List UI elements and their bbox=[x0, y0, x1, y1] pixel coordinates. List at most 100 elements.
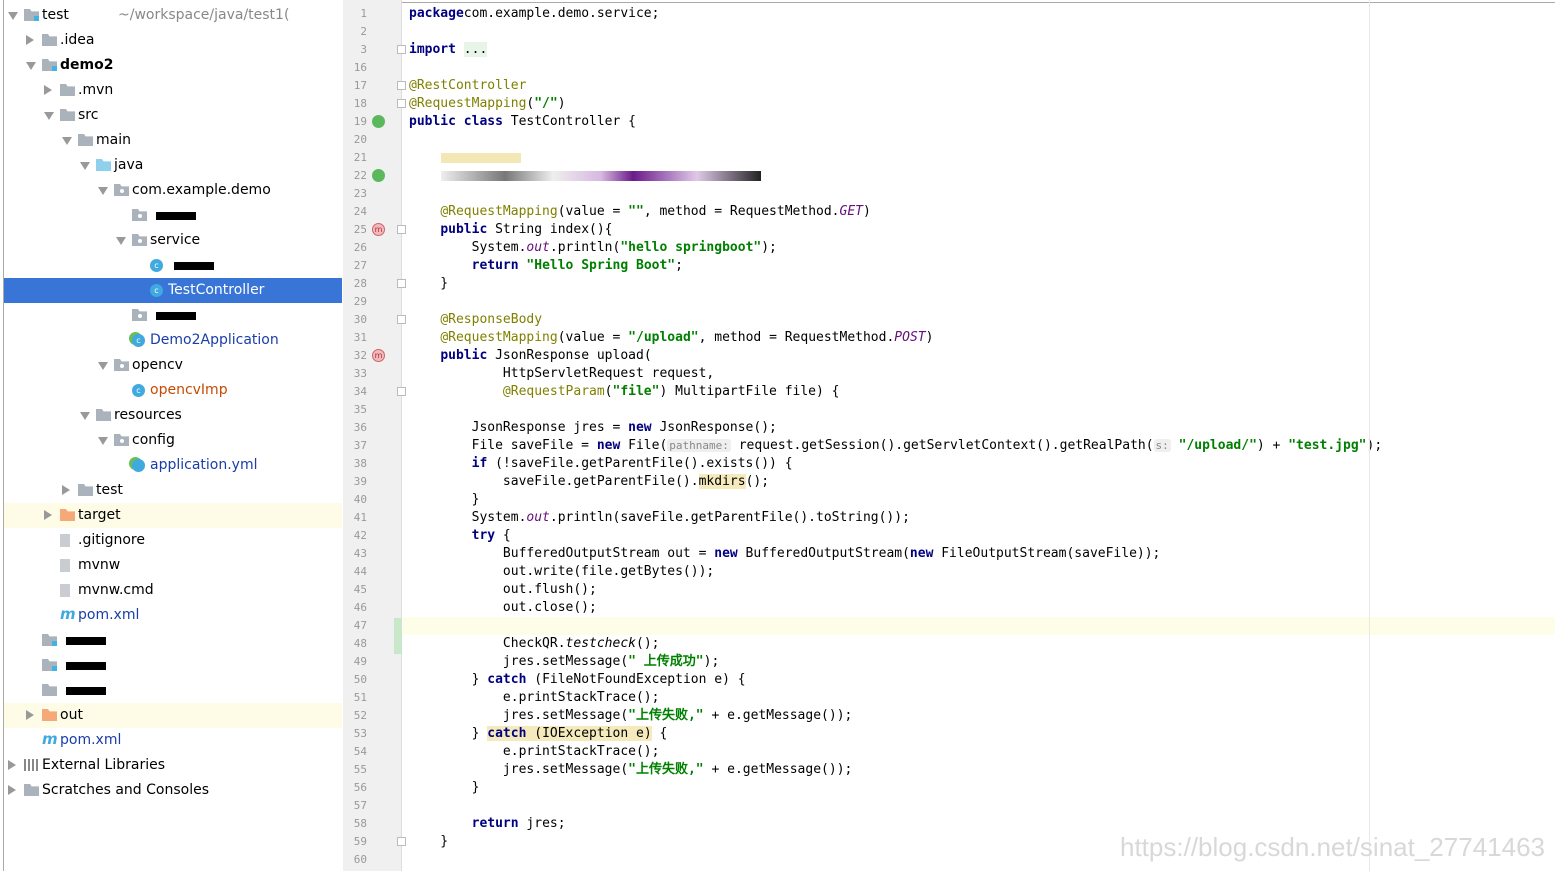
code-line[interactable]: } bbox=[409, 275, 448, 293]
code-line[interactable]: return "Hello Spring Boot"; bbox=[409, 257, 683, 275]
code-line[interactable]: CheckQR.testcheck(); bbox=[409, 635, 660, 653]
chevron-right-icon[interactable] bbox=[44, 85, 52, 95]
code-line[interactable]: packagecom.example.demo.service; bbox=[409, 5, 659, 23]
code-line[interactable]: try { bbox=[409, 527, 511, 545]
code-line[interactable]: } catch (IOException e) { bbox=[409, 725, 667, 743]
code-line[interactable]: System.out.println("hello springboot"); bbox=[409, 239, 777, 257]
tree-item-redacted[interactable] bbox=[4, 203, 342, 228]
tree-item--mvn[interactable]: .mvn bbox=[4, 78, 342, 103]
code-line[interactable]: @RestController bbox=[409, 77, 526, 95]
method-mapping-icon[interactable]: m bbox=[372, 223, 385, 236]
code-line[interactable]: @RequestParam("file") MultipartFile file… bbox=[409, 383, 840, 401]
tree-item-opencv[interactable]: opencv bbox=[4, 353, 342, 378]
code-line[interactable]: out.write(file.getBytes()); bbox=[409, 563, 714, 581]
editor-gutter[interactable]: 1 2 3 16 17 18 19 20 21 22 23 24 25 m 26 27 28 29 30 31 32 m 3… bbox=[343, 0, 406, 871]
code-line[interactable]: System.out.println(saveFile.getParentFil… bbox=[409, 509, 910, 527]
code-line[interactable] bbox=[409, 149, 521, 167]
chevron-down-icon[interactable] bbox=[44, 112, 54, 120]
code-line[interactable]: saveFile.getParentFile().mkdirs(); bbox=[409, 473, 769, 491]
tree-item-application-yml[interactable]: application.yml bbox=[4, 453, 342, 478]
tree-item-resources[interactable]: resources bbox=[4, 403, 342, 428]
code-token: JsonResponse(); bbox=[651, 420, 777, 435]
code-line[interactable]: return jres; bbox=[409, 815, 566, 833]
tree-item-com-example-demo[interactable]: com.example.demo bbox=[4, 178, 342, 203]
code-line[interactable]: JsonResponse jres = new JsonResponse(); bbox=[409, 419, 777, 437]
tree-item-test[interactable]: test bbox=[4, 478, 342, 503]
project-tree[interactable]: test ~/workspace/java/test1(.idea demo2 .mv… bbox=[3, 0, 342, 871]
code-line[interactable]: } catch (FileNotFoundException e) { bbox=[409, 671, 746, 689]
code-line[interactable]: BufferedOutputStream out = new BufferedO… bbox=[409, 545, 1160, 563]
code-line[interactable]: public class TestController { bbox=[409, 113, 636, 131]
chevron-down-icon[interactable] bbox=[98, 362, 108, 370]
tree-item-redacted[interactable] bbox=[4, 303, 342, 328]
code-line[interactable] bbox=[409, 167, 761, 185]
tree-item-config[interactable]: config bbox=[4, 428, 342, 453]
code-line[interactable]: jres.setMessage(" 上传成功"); bbox=[409, 653, 719, 671]
chevron-down-icon[interactable] bbox=[80, 162, 90, 170]
code-token: @RestController bbox=[409, 78, 527, 93]
tree-item-scratches-and-consoles[interactable]: Scratches and Consoles bbox=[4, 778, 342, 803]
code-line[interactable]: if (!saveFile.getParentFile().exists()) … bbox=[409, 455, 793, 473]
code-line[interactable]: } bbox=[409, 779, 480, 797]
chevron-right-icon[interactable] bbox=[8, 760, 16, 770]
spring-bean-icon[interactable] bbox=[372, 115, 385, 128]
tree-item--idea[interactable]: .idea bbox=[4, 28, 342, 53]
chevron-right-icon[interactable] bbox=[8, 785, 16, 795]
tree-item-target[interactable]: target bbox=[4, 503, 342, 528]
chevron-down-icon[interactable] bbox=[26, 62, 36, 70]
code-line[interactable]: out.close(); bbox=[409, 599, 597, 617]
tree-item-redacted[interactable] bbox=[4, 678, 342, 703]
chevron-down-icon[interactable] bbox=[98, 187, 108, 195]
tree-item-external-libraries[interactable]: External Libraries bbox=[4, 753, 342, 778]
tree-item-testcontroller[interactable]: c TestController bbox=[4, 278, 342, 303]
code-editor[interactable]: packagecom.example.demo.service; import .… bbox=[403, 0, 1555, 871]
code-line[interactable]: public String index(){ bbox=[409, 221, 612, 239]
tree-item-mvnw[interactable]: mvnw bbox=[4, 553, 342, 578]
code-line[interactable]: @ResponseBody bbox=[409, 311, 542, 329]
tree-item-pom-xml[interactable]: m pom.xml bbox=[4, 728, 342, 753]
tree-item--gitignore[interactable]: .gitignore bbox=[4, 528, 342, 553]
code-line[interactable]: jres.setMessage("上传失败," + e.getMessage()… bbox=[409, 761, 852, 779]
tree-item-src[interactable]: src bbox=[4, 103, 342, 128]
method-mapping-icon[interactable]: m bbox=[372, 349, 385, 362]
chevron-down-icon[interactable] bbox=[8, 12, 18, 20]
tree-item-test[interactable]: test ~/workspace/java/test1( bbox=[4, 3, 342, 28]
tree-item-mvnw-cmd[interactable]: mvnw.cmd bbox=[4, 578, 342, 603]
chevron-down-icon[interactable] bbox=[98, 437, 108, 445]
tree-item-main[interactable]: main bbox=[4, 128, 342, 153]
code-token: } bbox=[409, 726, 488, 741]
tree-item-demo2application[interactable]: c Demo2Application bbox=[4, 328, 342, 353]
code-token: } bbox=[409, 834, 449, 849]
code-line[interactable]: } bbox=[409, 833, 448, 851]
code-line[interactable]: @RequestMapping(value = "/upload", metho… bbox=[409, 329, 933, 347]
tree-item-redacted[interactable]: c bbox=[4, 253, 342, 278]
tree-item-opencvimp[interactable]: c opencvImp bbox=[4, 378, 342, 403]
chevron-down-icon[interactable] bbox=[116, 237, 126, 245]
code-line[interactable]: @RequestMapping(value = "", method = Req… bbox=[409, 203, 871, 221]
tree-item-pom-xml[interactable]: m pom.xml bbox=[4, 603, 342, 628]
tree-item-redacted[interactable] bbox=[4, 628, 342, 653]
code-line[interactable]: } bbox=[409, 491, 480, 509]
code-line[interactable]: @RequestMapping("/") bbox=[409, 95, 566, 113]
code-line[interactable]: e.printStackTrace(); bbox=[409, 743, 660, 761]
chevron-right-icon[interactable] bbox=[26, 710, 34, 720]
code-line[interactable]: jres.setMessage("上传失败," + e.getMessage()… bbox=[409, 707, 852, 725]
code-line[interactable]: import ... bbox=[409, 41, 488, 59]
tree-item-service[interactable]: service bbox=[4, 228, 342, 253]
tree-item-demo2[interactable]: demo2 bbox=[4, 53, 342, 78]
code-line[interactable]: public JsonResponse upload( bbox=[409, 347, 651, 365]
chevron-right-icon[interactable] bbox=[62, 485, 70, 495]
code-line[interactable]: out.flush(); bbox=[409, 581, 597, 599]
code-line[interactable]: e.printStackTrace(); bbox=[409, 689, 660, 707]
tree-item-redacted[interactable] bbox=[4, 653, 342, 678]
chevron-down-icon[interactable] bbox=[62, 137, 72, 145]
chevron-down-icon[interactable] bbox=[80, 412, 90, 420]
code-line[interactable]: File saveFile = new File(pathname: reque… bbox=[409, 437, 1383, 455]
tree-item-java[interactable]: java bbox=[4, 153, 342, 178]
spring-bean-icon[interactable] bbox=[372, 169, 385, 182]
tree-item-out[interactable]: out bbox=[4, 703, 342, 728]
chevron-right-icon[interactable] bbox=[26, 35, 34, 45]
code-token: ); bbox=[703, 654, 720, 669]
code-line[interactable]: HttpServletRequest request, bbox=[409, 365, 714, 383]
chevron-right-icon[interactable] bbox=[44, 510, 52, 520]
